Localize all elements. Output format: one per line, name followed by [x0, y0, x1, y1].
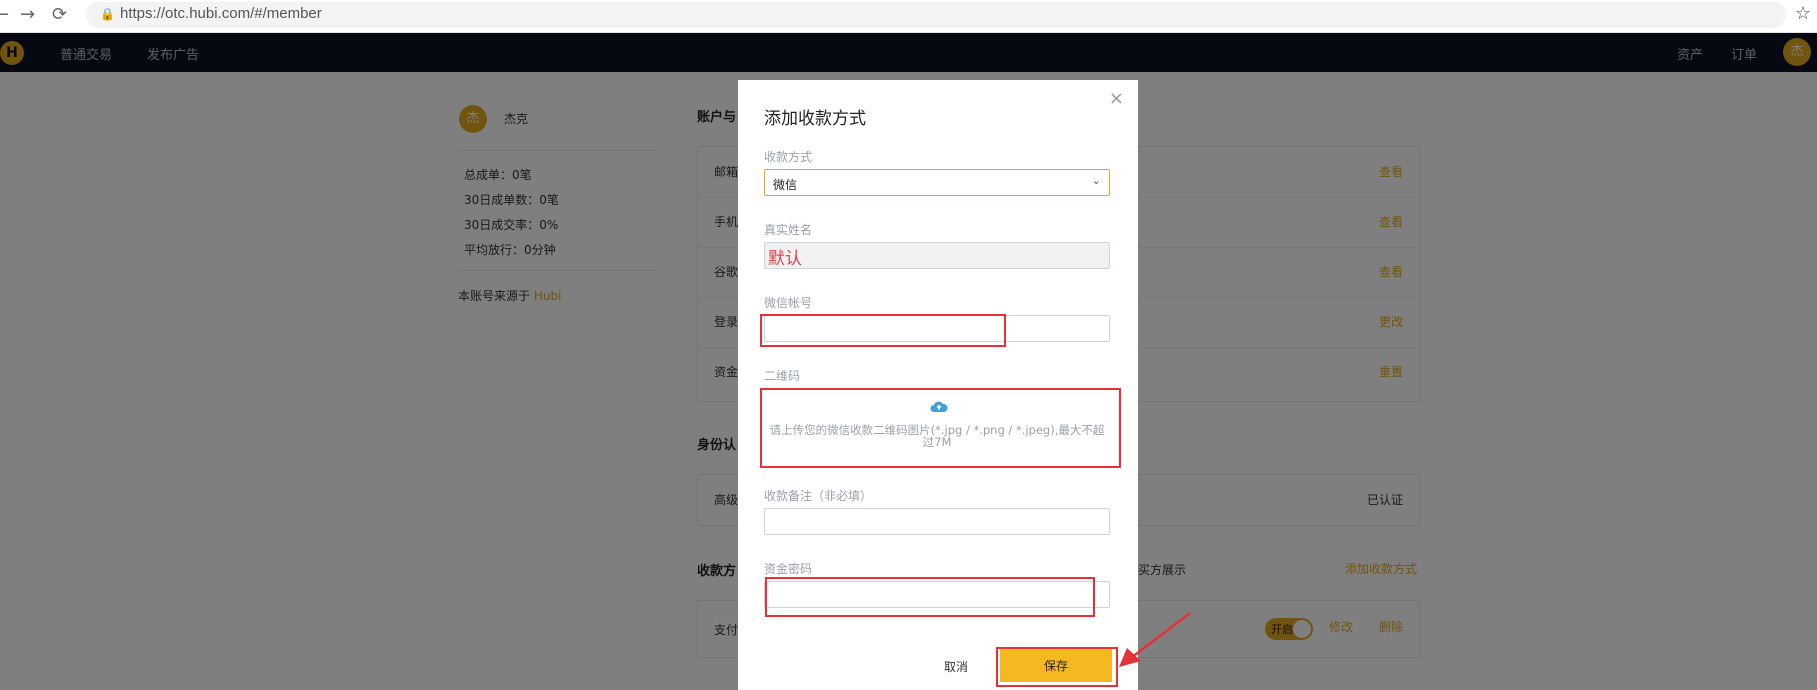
reload-icon[interactable]: ⟳ [52, 4, 67, 26]
annotation-box [996, 647, 1118, 687]
address-bar[interactable]: 🔒 https://otc.hubi.com/#/member [86, 2, 1786, 28]
annotation-box [760, 314, 1006, 347]
note-label: 收款备注（非必填） [764, 489, 873, 503]
cancel-button[interactable]: 取消 [944, 658, 968, 675]
qr-label: 二维码 [764, 369, 801, 383]
modal-title: 添加收款方式 [764, 109, 866, 129]
back-icon[interactable]: ← [0, 4, 9, 26]
annotation-arrow-icon [1119, 612, 1191, 667]
fund-password-label: 资金密码 [764, 562, 813, 576]
close-icon[interactable]: × [1109, 88, 1124, 109]
wechat-account-label: 微信帐号 [764, 296, 813, 310]
annotation-box [765, 577, 1095, 617]
forward-icon[interactable]: → [20, 4, 35, 26]
realname-value: 默认 [768, 249, 802, 269]
bookmark-star-icon[interactable]: ☆ [1795, 3, 1811, 24]
realname-field: 默认 [764, 242, 1110, 269]
url-text[interactable]: https://otc.hubi.com/#/member [120, 5, 322, 22]
annotation-box [760, 388, 1121, 468]
realname-label: 真实姓名 [764, 223, 813, 237]
note-input[interactable] [764, 508, 1110, 535]
chevron-down-icon: ⌄ [1091, 174, 1101, 187]
method-label: 收款方式 [764, 150, 813, 164]
browser-toolbar: ← → ⟳ 🔒 https://otc.hubi.com/#/member ☆ [0, 0, 1817, 33]
method-value: 微信 [773, 178, 798, 192]
payment-method-select[interactable]: 微信 ⌄ [764, 169, 1110, 196]
lock-icon: 🔒 [100, 7, 115, 21]
